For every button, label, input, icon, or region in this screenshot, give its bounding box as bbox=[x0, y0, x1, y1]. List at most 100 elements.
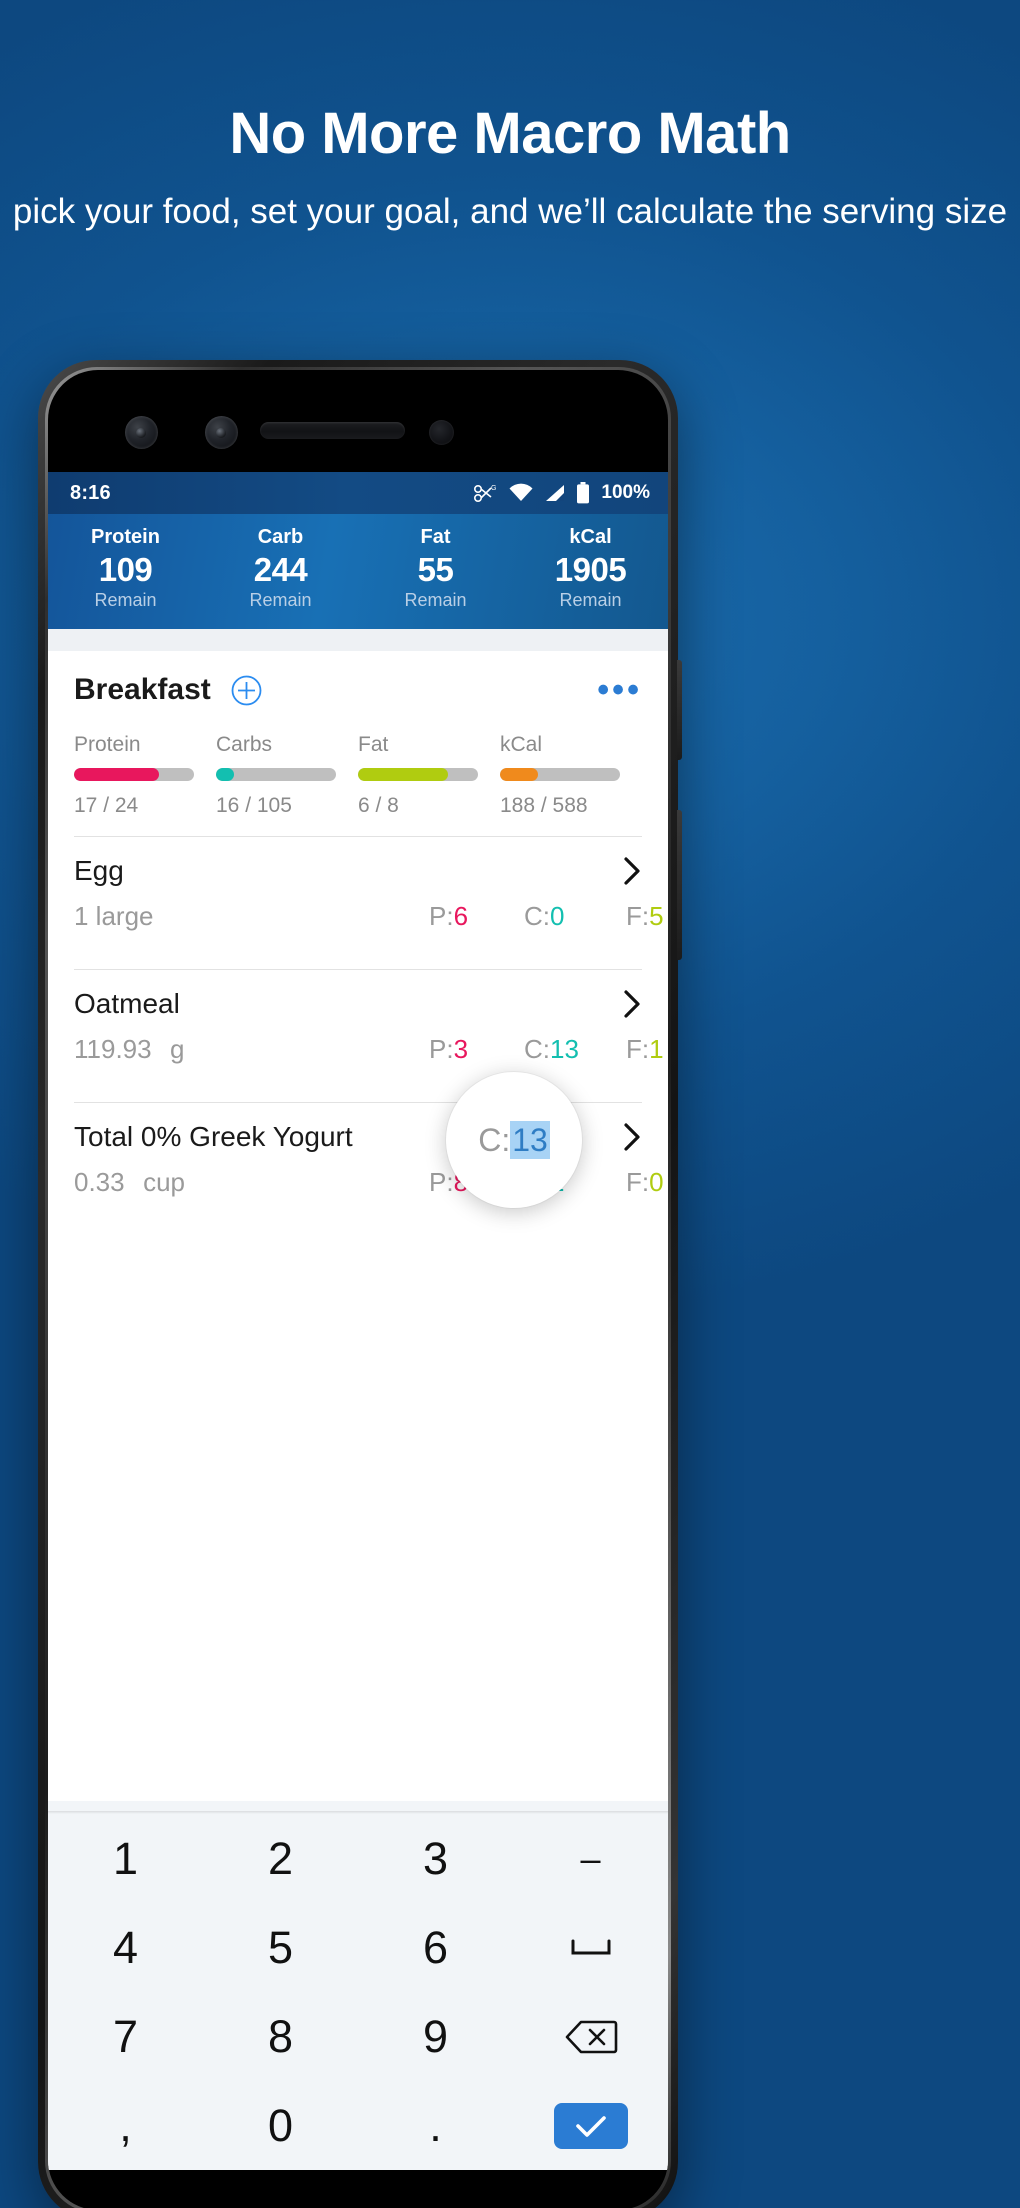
food-fat: F:0 bbox=[626, 1167, 664, 1197]
keypad-row: 4 5 6 bbox=[48, 1903, 668, 1992]
macro-sub: Remain bbox=[249, 590, 312, 610]
food-protein: P:6 bbox=[429, 901, 469, 931]
power-button[interactable] bbox=[677, 660, 682, 760]
phone-frame: 8:16 G 100% Protein 109 Remain Carb 244 … bbox=[45, 367, 671, 2208]
food-carbs: C:0 bbox=[524, 901, 565, 931]
macro-label: Protein bbox=[91, 526, 160, 548]
bar-label: Carbs bbox=[216, 733, 273, 756]
phone-mockup: 8:16 G 100% Protein 109 Remain Carb 244 … bbox=[38, 360, 682, 2208]
bar-fill bbox=[358, 768, 448, 781]
food-name-row: Egg bbox=[74, 855, 642, 887]
svg-text:G: G bbox=[491, 485, 496, 492]
macro-summary-header: Protein 109 Remain Carb 244 Remain Fat 5… bbox=[48, 514, 668, 629]
check-icon[interactable] bbox=[553, 2102, 628, 2149]
promo-banner: No More Macro Math pick your food, set y… bbox=[0, 0, 1020, 234]
meal-bar-carbs: Carbs 16 / 105 bbox=[216, 733, 358, 818]
confirm-button[interactable] bbox=[513, 2081, 668, 2170]
macro-summary-carb[interactable]: Carb 244 Remain bbox=[203, 526, 358, 611]
meal-bar-kcal: kCal 188 / 588 bbox=[500, 733, 642, 818]
food-name: Egg bbox=[74, 855, 124, 886]
macro-sub: Remain bbox=[404, 590, 467, 610]
macro-summary-fat[interactable]: Fat 55 Remain bbox=[358, 526, 513, 611]
macro-summary-protein[interactable]: Protein 109 Remain bbox=[48, 526, 203, 611]
bar-track bbox=[216, 768, 336, 781]
bar-values: 188 / 588 bbox=[500, 794, 588, 817]
food-protein: P:3 bbox=[429, 1034, 469, 1064]
wifi-icon bbox=[508, 483, 534, 503]
phone-bezel: 8:16 G 100% Protein 109 Remain Carb 244 … bbox=[48, 370, 668, 2208]
keypad-row: 7 8 9 bbox=[48, 1992, 668, 2081]
macro-summary-kcal[interactable]: kCal 1905 Remain bbox=[513, 526, 668, 611]
numeric-keypad: 1 2 3 – 4 5 6 7 8 9 , 0 . bbox=[48, 1801, 668, 2170]
signal-icon bbox=[543, 483, 567, 503]
phone-screen: 8:16 G 100% Protein 109 Remain Carb 244 … bbox=[48, 472, 668, 2170]
key-5[interactable]: 5 bbox=[203, 1903, 358, 1992]
selected-text: 13 bbox=[510, 1120, 550, 1159]
macro-sub: Remain bbox=[94, 590, 157, 610]
food-name: Oatmeal bbox=[74, 988, 180, 1019]
key-3[interactable]: 3 bbox=[358, 1814, 513, 1903]
macro-label: Fat bbox=[420, 526, 451, 548]
page-subtitle: pick your food, set your goal, and we’ll… bbox=[12, 191, 1008, 231]
food-detail-row: 1 large P:6 C:0 F:5 bbox=[74, 901, 664, 935]
keypad-row: 1 2 3 – bbox=[48, 1814, 668, 1903]
earpiece-speaker bbox=[260, 422, 405, 439]
food-unit: cup bbox=[143, 1167, 185, 1197]
key-7[interactable]: 7 bbox=[48, 1992, 203, 2081]
food-list-item[interactable]: Oatmeal 119.93 g P:3 C:13 F:1 bbox=[74, 970, 664, 1084]
add-food-icon[interactable] bbox=[231, 675, 262, 706]
food-amount[interactable]: 0.33 bbox=[74, 1167, 125, 1197]
food-amount[interactable]: 119.93 bbox=[74, 1034, 152, 1064]
bar-track bbox=[500, 768, 620, 781]
meal-overflow-menu-icon[interactable]: ••• bbox=[597, 673, 642, 707]
meal-bar-protein: Protein 17 / 24 bbox=[74, 733, 216, 818]
battery-percent-label: 100% bbox=[601, 482, 650, 503]
macro-value: 109 bbox=[98, 551, 153, 588]
bar-label: Fat bbox=[358, 733, 389, 756]
key-space[interactable] bbox=[513, 1903, 668, 1992]
chevron-right-icon[interactable] bbox=[622, 988, 642, 1020]
bar-values: 6 / 8 bbox=[358, 794, 399, 817]
content-gap bbox=[48, 629, 668, 651]
key-period[interactable]: . bbox=[358, 2081, 513, 2170]
key-6[interactable]: 6 bbox=[358, 1903, 513, 1992]
key-8[interactable]: 8 bbox=[203, 1992, 358, 2081]
meal-bar-fat: Fat 6 / 8 bbox=[358, 733, 500, 818]
bar-track bbox=[74, 768, 194, 781]
food-fat: F:5 bbox=[626, 901, 664, 931]
macro-sub: Remain bbox=[559, 590, 622, 610]
bar-label: Protein bbox=[74, 733, 141, 756]
key-minus[interactable]: – bbox=[513, 1814, 668, 1903]
food-detail-row: 119.93 g P:3 C:13 F:1 bbox=[74, 1034, 664, 1068]
chevron-right-icon[interactable] bbox=[622, 1121, 642, 1153]
food-carbs: C:13 bbox=[524, 1034, 579, 1064]
status-bar-icons: G 100% bbox=[473, 482, 650, 504]
key-2[interactable]: 2 bbox=[203, 1814, 358, 1903]
keypad-row: , 0 . bbox=[48, 2081, 668, 2170]
bar-fill bbox=[74, 768, 160, 781]
key-1[interactable]: 1 bbox=[48, 1814, 203, 1903]
key-comma[interactable]: , bbox=[48, 2081, 203, 2170]
chevron-right-icon[interactable] bbox=[622, 855, 642, 887]
backspace-icon[interactable] bbox=[513, 1992, 668, 2081]
food-name-row: Oatmeal bbox=[74, 988, 642, 1020]
status-bar-clock: 8:16 bbox=[70, 481, 111, 504]
food-name: Total 0% Greek Yogurt bbox=[74, 1121, 353, 1152]
key-0[interactable]: 0 bbox=[203, 2081, 358, 2170]
front-camera-secondary-icon bbox=[205, 416, 238, 449]
macro-label: Carb bbox=[257, 526, 304, 548]
bar-track bbox=[358, 768, 478, 781]
bar-fill bbox=[216, 768, 234, 781]
macro-value: 244 bbox=[253, 551, 308, 588]
food-fat: F:1 bbox=[626, 1034, 664, 1064]
bar-fill bbox=[500, 768, 539, 781]
key-9[interactable]: 9 bbox=[358, 1992, 513, 2081]
proximity-sensor-icon bbox=[429, 420, 454, 445]
meal-title: Breakfast bbox=[74, 673, 211, 706]
key-4[interactable]: 4 bbox=[48, 1903, 203, 1992]
magnifier-bubble: C:13 bbox=[446, 1072, 582, 1208]
page-title: No More Macro Math bbox=[229, 101, 791, 166]
volume-button[interactable] bbox=[677, 810, 682, 960]
food-list-item[interactable]: Egg 1 large P:6 C:0 F:5 bbox=[74, 837, 664, 951]
meal-macro-bars: Protein 17 / 24 Carbs 16 / 105 Fat 6 / 8… bbox=[74, 733, 642, 818]
